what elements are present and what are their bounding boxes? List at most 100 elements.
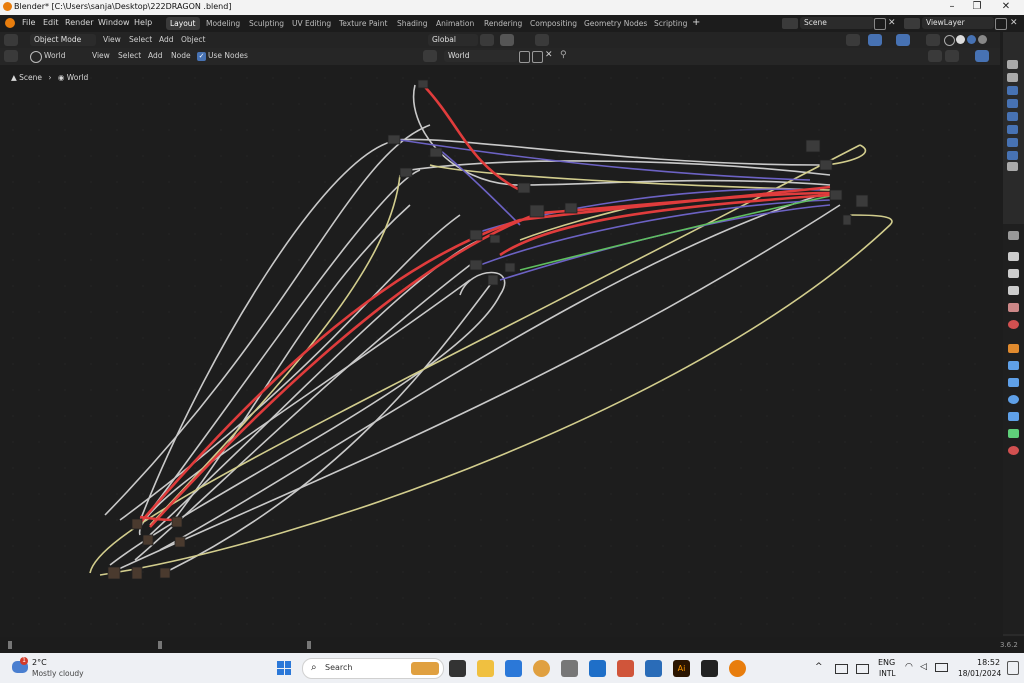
use-nodes-checkbox[interactable]: ✓ — [197, 52, 206, 61]
mode-dropdown[interactable]: Object Mode — [30, 34, 96, 46]
view-layer-tab-icon[interactable] — [1008, 286, 1019, 295]
transform-orientation-dropdown[interactable]: Global — [428, 34, 478, 46]
render-layer-icon[interactable] — [1007, 138, 1018, 147]
material-tab-icon[interactable] — [1008, 446, 1019, 455]
task-view-icon[interactable] — [449, 660, 466, 677]
tab-scripting[interactable]: Scripting — [650, 17, 691, 30]
snap-icon[interactable] — [500, 34, 514, 46]
file-explorer-icon[interactable] — [477, 660, 494, 677]
taskbar-search[interactable]: ⌕ Search — [302, 658, 444, 679]
editor-type-icon[interactable] — [4, 34, 18, 46]
add-workspace-button[interactable]: + — [692, 17, 700, 28]
overlay-icon[interactable] — [896, 34, 910, 46]
viewport-menu-object[interactable]: Object — [181, 35, 205, 44]
menu-render[interactable]: Render — [65, 18, 93, 27]
physics-tab-icon[interactable] — [1008, 395, 1019, 404]
render-layer-icon[interactable] — [1007, 125, 1018, 134]
shader-type-dropdown[interactable]: World — [44, 51, 66, 60]
minimize-button[interactable]: – — [942, 1, 962, 12]
keyboard-icon[interactable] — [835, 664, 848, 674]
menu-window[interactable]: Window — [98, 18, 130, 27]
gizmo-icon[interactable] — [868, 34, 882, 46]
display-icon[interactable] — [856, 664, 869, 674]
maximize-button[interactable]: ❐ — [967, 1, 987, 12]
render-layer-icon[interactable] — [1007, 99, 1018, 108]
rendered-shading-icon[interactable] — [978, 35, 987, 44]
modifier-tab-icon[interactable] — [1008, 361, 1019, 370]
node-menu-select[interactable]: Select — [118, 51, 141, 60]
illustrator-icon[interactable]: Ai — [673, 660, 690, 677]
view-layer-icon[interactable] — [904, 18, 920, 29]
settings-icon[interactable] — [561, 660, 578, 677]
render-icon[interactable] — [1008, 252, 1019, 261]
chrome-icon[interactable] — [533, 660, 550, 677]
world-tab-icon[interactable] — [1008, 320, 1019, 329]
new-scene-icon[interactable] — [874, 18, 886, 30]
menu-edit[interactable]: Edit — [43, 18, 59, 27]
render-layer-icon[interactable] — [1007, 73, 1018, 82]
tab-texture-paint[interactable]: Texture Paint — [335, 17, 391, 30]
scene-tab-icon[interactable] — [1008, 303, 1019, 312]
viewport-menu-select[interactable]: Select — [129, 35, 152, 44]
parent-node-icon[interactable] — [928, 50, 942, 62]
view-layer-field[interactable]: ViewLayer — [922, 17, 994, 29]
language-bottom[interactable]: INTL — [879, 669, 896, 678]
world-name-field[interactable]: World — [444, 50, 518, 62]
tab-compositing[interactable]: Compositing — [526, 17, 581, 30]
blender-menu-icon[interactable] — [5, 18, 15, 28]
proportional-edit-icon[interactable] — [535, 34, 549, 46]
pin-icon[interactable]: ⚲ — [560, 50, 567, 60]
menu-file[interactable]: File — [22, 18, 35, 27]
node-menu-node[interactable]: Node — [171, 51, 191, 60]
data-tab-icon[interactable] — [1008, 429, 1019, 438]
xray-icon[interactable] — [926, 34, 940, 46]
render-layer-icon[interactable] — [1007, 151, 1018, 160]
scene-icon[interactable] — [782, 18, 798, 29]
delete-scene-icon[interactable]: ✕ — [888, 18, 898, 28]
render-layer-icon[interactable] — [1007, 162, 1018, 171]
node-menu-view[interactable]: View — [92, 51, 110, 60]
wifi-icon[interactable]: ◠ — [905, 662, 913, 672]
sticky-icon[interactable] — [701, 660, 718, 677]
tab-uv-editing[interactable]: UV Editing — [288, 17, 335, 30]
tab-rendering[interactable]: Rendering — [480, 17, 526, 30]
world-browse-icon[interactable] — [423, 50, 437, 62]
tool-icon[interactable] — [1008, 231, 1019, 240]
viewport-menu-add[interactable]: Add — [159, 35, 174, 44]
tab-geometry-nodes[interactable]: Geometry Nodes — [580, 17, 651, 30]
pivot-icon[interactable] — [480, 34, 494, 46]
material-shading-icon[interactable] — [967, 35, 976, 44]
close-button[interactable]: ✕ — [996, 1, 1016, 12]
tab-layout[interactable]: Layout — [166, 17, 200, 30]
wireframe-shading-icon[interactable] — [944, 35, 955, 46]
outlook-icon[interactable] — [589, 660, 606, 677]
render-layer-icon[interactable] — [1007, 60, 1018, 69]
notifications-icon[interactable] — [1007, 661, 1019, 675]
tab-sculpting[interactable]: Sculpting — [245, 17, 288, 30]
blender-taskbar-icon[interactable] — [729, 660, 746, 677]
battery-icon[interactable] — [935, 663, 948, 672]
start-icon[interactable] — [277, 661, 291, 675]
viewport-menu-view[interactable]: View — [103, 35, 121, 44]
render-layer-icon[interactable] — [1007, 112, 1018, 121]
node-editor-canvas[interactable]: ▲ Scene › ◉ World — [0, 65, 1000, 637]
clock-time[interactable]: 18:52 — [977, 658, 1000, 667]
node-editor-type-icon[interactable] — [4, 50, 18, 62]
fake-user-icon[interactable] — [519, 51, 530, 63]
visibility-icon[interactable] — [846, 34, 860, 46]
menu-help[interactable]: Help — [134, 18, 152, 27]
tray-chevron-icon[interactable]: ^ — [815, 662, 823, 672]
solid-shading-icon[interactable] — [956, 35, 965, 44]
delete-view-layer-icon[interactable]: ✕ — [1010, 18, 1020, 28]
node-menu-add[interactable]: Add — [148, 51, 163, 60]
clock-date[interactable]: 18/01/2024 — [958, 669, 1001, 678]
object-tab-icon[interactable] — [1008, 344, 1019, 353]
app-icon[interactable] — [617, 660, 634, 677]
volume-icon[interactable]: ◁ — [920, 662, 927, 672]
scene-field[interactable]: Scene — [800, 17, 874, 29]
language-top[interactable]: ENG — [878, 658, 895, 667]
new-view-layer-icon[interactable] — [995, 18, 1007, 30]
tab-shading[interactable]: Shading — [393, 17, 431, 30]
constraints-tab-icon[interactable] — [1008, 412, 1019, 421]
particles-tab-icon[interactable] — [1008, 378, 1019, 387]
